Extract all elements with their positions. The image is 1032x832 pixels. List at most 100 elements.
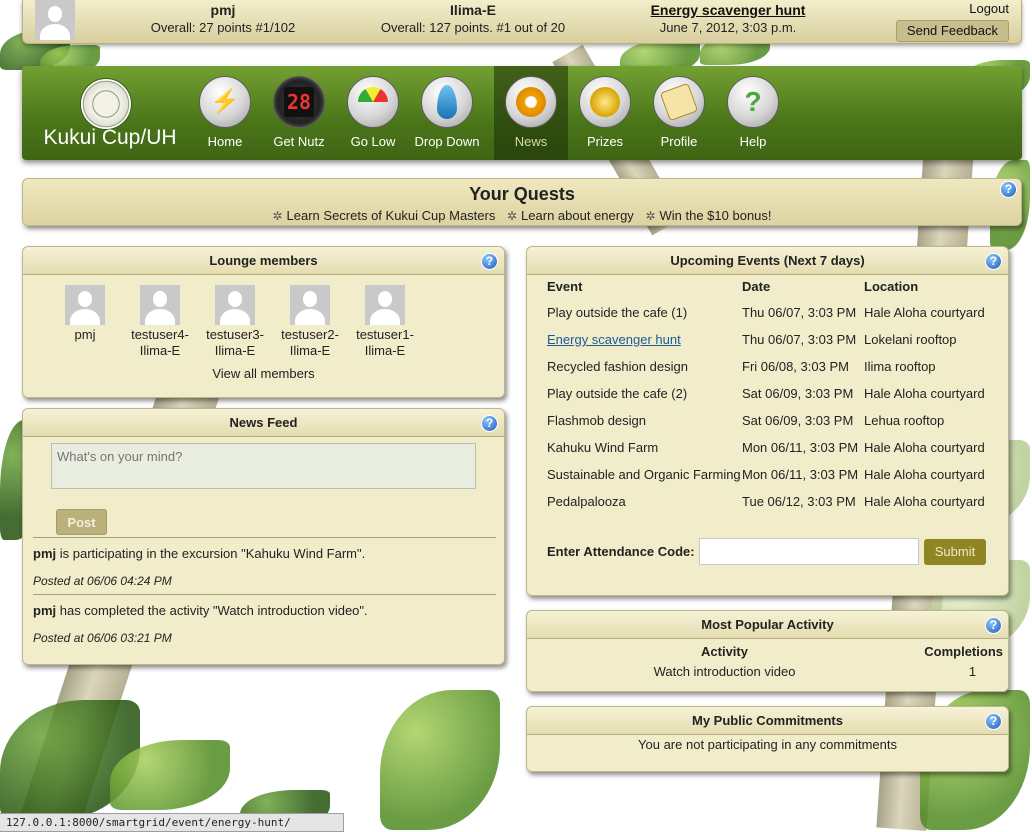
commitments-help-icon[interactable]: ? (985, 713, 1002, 730)
member-card[interactable]: testuser2- Ilima-E (275, 285, 345, 359)
activity-name[interactable]: Watch introduction video (547, 659, 902, 679)
member-name: testuser2- (281, 327, 339, 342)
column-header: Completions (924, 644, 1003, 659)
browser-status-bar: 127.0.0.1:8000/smartgrid/event/energy-hu… (0, 813, 344, 832)
avatar (65, 285, 105, 325)
quests-title: Your Quests (469, 184, 575, 204)
member-card[interactable]: testuser1- Ilima-E (350, 285, 420, 359)
member-card[interactable]: testuser4- Ilima-E (125, 285, 195, 359)
university-seal-logo[interactable] (80, 78, 132, 130)
team-overall-score: Overall: 127 points. #1 out of 20 (380, 20, 566, 35)
most-popular-activity-panel: Most Popular Activity ? Activity Complet… (526, 610, 1009, 692)
table-row: Play outside the cafe (1) Thu 06/07, 3:03… (547, 299, 997, 326)
event-location: Hale Aloha courtyard (864, 305, 985, 320)
event-date: Sat 06/09, 3:03 PM (742, 413, 854, 428)
quest-list: ✲ Learn Secrets of Kukui Cup Masters ✲ Lea… (23, 208, 1021, 223)
event-link[interactable]: Energy scavenger hunt (547, 332, 681, 347)
water-drop-icon (421, 76, 473, 128)
feed-text: is participating in the excursion "Kahuk… (56, 546, 366, 561)
nav-profile-label: Profile (660, 134, 698, 149)
nav-prizes-label: Prizes (586, 134, 624, 149)
member-card[interactable]: pmj (50, 285, 120, 343)
event-location: Hale Aloha courtyard (864, 440, 985, 455)
attendance-code-input[interactable] (699, 538, 919, 565)
popular-title: Most Popular Activity (527, 611, 1008, 639)
quest-item[interactable]: ✲ Learn Secrets of Kukui Cup Masters (272, 208, 495, 223)
current-event-datetime: June 7, 2012, 3:03 p.m. (659, 20, 797, 35)
event-name: Recycled fashion design (547, 359, 688, 374)
gauge-icon (347, 76, 399, 128)
submit-button[interactable]: Submit (924, 539, 986, 565)
event-location: Hale Aloha courtyard (864, 386, 985, 401)
event-location: Lehua rooftop (864, 413, 945, 428)
current-event-link[interactable]: Energy scavenger hunt (651, 2, 806, 18)
feed-user[interactable]: pmj (33, 603, 56, 618)
table-row: Kahuku Wind Farm Mon 06/11, 3:03 PM Hale A… (547, 434, 997, 461)
feed-text: has completed the activity "Watch introd… (56, 603, 368, 618)
scoreboard-digits: 28 (284, 87, 314, 117)
nav-get-nutz[interactable]: 28 Get Nutz (262, 66, 336, 160)
event-name: Play outside the cafe (1) (547, 305, 688, 320)
feed-item: pmj has completed the activity "Watch in… (33, 594, 496, 645)
logout-link[interactable]: Logout (969, 1, 1009, 16)
table-row: Recycled fashion design Fri 06/08, 3:03 P… (547, 353, 997, 380)
nav-profile[interactable]: Profile (642, 66, 716, 160)
upcoming-events-panel: Upcoming Events (Next 7 days) ? Event Da… (526, 246, 1009, 596)
event-name: Flashmob design (547, 413, 646, 428)
nav-home[interactable]: ⚡ Home (188, 66, 262, 160)
column-header: Event (547, 279, 583, 294)
column-header: Date (742, 279, 771, 294)
nav-go-low[interactable]: Go Low (336, 66, 410, 160)
commitments-title: My Public Commitments (527, 707, 1008, 735)
feed-item: pmj is participating in the excursion "K… (33, 537, 496, 588)
event-date: Sat 06/09, 3:03 PM (742, 386, 854, 401)
send-feedback-button[interactable]: Send Feedback (895, 20, 1009, 42)
event-name: Pedalpalooza (547, 494, 626, 509)
table-row: Watch introduction video 1 (547, 659, 1003, 679)
quest-item[interactable]: ✲ Win the $10 bonus! (645, 208, 771, 223)
nav-help[interactable]: ? Help (716, 66, 790, 160)
quest-item[interactable]: ✲ Learn about energy (507, 208, 634, 223)
news-feed-title: News Feed (23, 409, 504, 437)
nav-drop-down-label: Drop Down (414, 134, 480, 149)
id-tag-icon (653, 76, 705, 128)
table-row: Play outside the cafe (2) Sat 06/09, 3:03… (547, 380, 997, 407)
user-status-bar: pmj Overall: 27 points #1/102 Ilima-E Ov… (22, 0, 1022, 44)
events-help-icon[interactable]: ? (985, 253, 1002, 270)
event-name: Play outside the cafe (2) (547, 386, 688, 401)
feed-user[interactable]: pmj (33, 546, 56, 561)
quests-help-icon[interactable]: ? (1000, 181, 1017, 198)
column-header: Activity (701, 644, 748, 659)
column-header: Location (864, 279, 919, 294)
post-button[interactable]: Post (56, 509, 107, 535)
table-row: Energy scavenger hunt Thu 06/07, 3:03 PM L… (547, 326, 997, 353)
nav-news-label: News (514, 134, 548, 149)
user-summary: pmj Overall: 27 points #1/102 (123, 2, 323, 36)
user-avatar[interactable] (35, 0, 75, 40)
gear-icon: ✲ (272, 209, 283, 223)
member-name: testuser4- (131, 327, 189, 342)
nav-prizes[interactable]: Prizes (568, 66, 642, 160)
avatar (215, 285, 255, 325)
question-icon: ? (727, 76, 779, 128)
event-date: Mon 06/11, 3:03 PM (742, 440, 859, 455)
completion-count: 1 (968, 664, 977, 679)
view-all-members-link[interactable]: View all members (23, 366, 504, 381)
news-feed-panel: News Feed ? Post pmj is participating in… (22, 408, 505, 665)
member-name: pmj (74, 327, 96, 342)
news-help-icon[interactable]: ? (481, 415, 498, 432)
megaphone-icon (505, 76, 557, 128)
nav-news[interactable]: News (494, 66, 568, 160)
gear-icon: ✲ (506, 209, 518, 223)
lightning-icon: ⚡ (199, 76, 251, 128)
popular-help-icon[interactable]: ? (985, 617, 1002, 634)
team-summary: Ilima-E Overall: 127 points. #1 out of 2… (368, 2, 578, 36)
site-brand[interactable]: Kukui Cup/UH (42, 126, 178, 150)
member-card[interactable]: testuser3- Ilima-E (200, 285, 270, 359)
lounge-help-icon[interactable]: ? (481, 253, 498, 270)
status-input[interactable] (51, 443, 476, 489)
popular-table: Activity Completions Watch introduction … (547, 644, 1003, 679)
nav-help-label: Help (739, 134, 767, 149)
nav-drop-down[interactable]: Drop Down (410, 66, 484, 160)
avatar (290, 285, 330, 325)
